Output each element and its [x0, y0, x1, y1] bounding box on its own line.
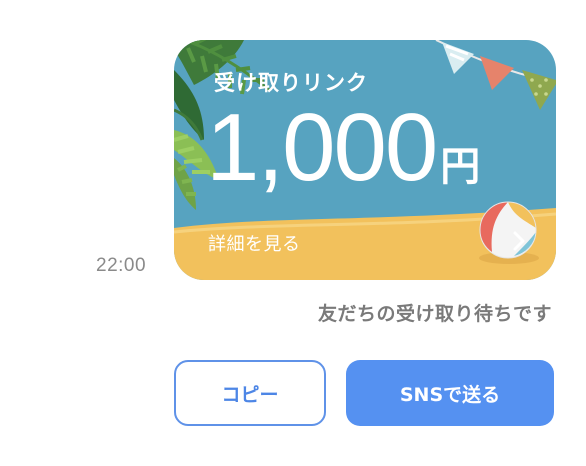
amount-display: 1,000 円 [206, 100, 480, 196]
chevron-right-icon [513, 231, 525, 251]
receive-link-card[interactable]: 受け取りリンク 1,000 円 詳細を見る [174, 40, 556, 280]
currency-unit: 円 [440, 144, 481, 190]
chat-screen: 22:00 受け取りリンク 1,000 円 詳細を見る 友だちの受け取り待ちです… [0, 0, 586, 466]
details-link[interactable]: 詳細を見る [208, 230, 301, 256]
copy-button[interactable]: コピー [174, 360, 326, 426]
message-timestamp: 22:00 [96, 255, 147, 276]
amount-value: 1,000 [206, 94, 438, 201]
status-message: 友だちの受け取り待ちです [317, 303, 552, 325]
send-via-sns-button[interactable]: SNSで送る [346, 360, 554, 426]
card-title: 受け取りリンク [214, 71, 368, 95]
